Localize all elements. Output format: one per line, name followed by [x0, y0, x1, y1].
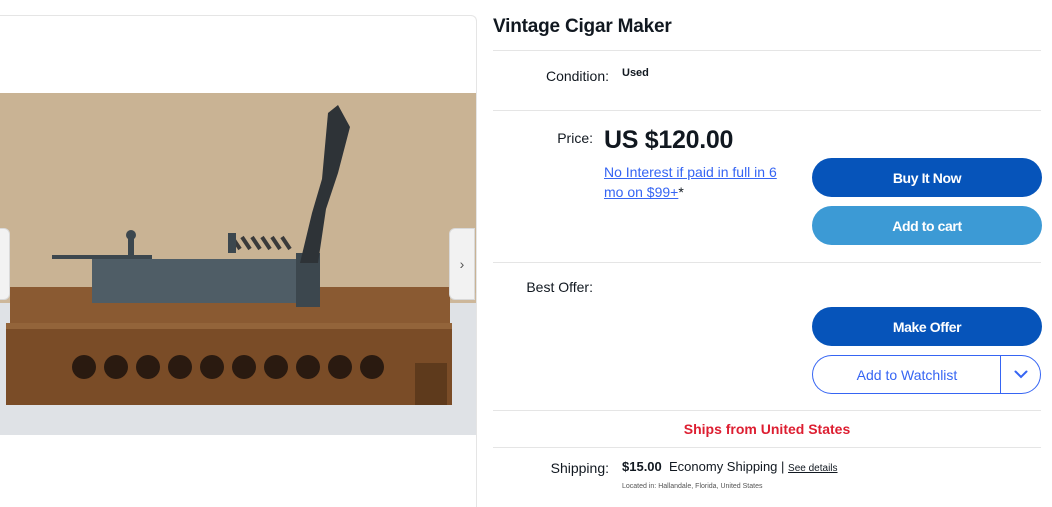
separator: |: [781, 459, 785, 474]
add-to-watchlist-button[interactable]: Add to Watchlist: [812, 355, 1001, 394]
divider: [493, 262, 1041, 263]
divider: [493, 110, 1041, 111]
buy-it-now-button[interactable]: Buy It Now: [812, 158, 1042, 197]
item-title: Vintage Cigar Maker: [493, 16, 672, 37]
image-gallery: ‹ ›: [0, 15, 477, 507]
make-offer-button[interactable]: Make Offer: [812, 307, 1042, 346]
financing-offer: No Interest if paid in full in 6 mo on $…: [604, 162, 799, 202]
item-location: Located in: Hallandale, Florida, United …: [622, 483, 763, 490]
ships-from-notice: Ships from United States: [683, 421, 851, 437]
financing-link[interactable]: No Interest if paid in full in 6 mo on $…: [604, 164, 777, 200]
condition-label: Condition:: [545, 68, 609, 84]
previous-image-button[interactable]: ‹: [0, 228, 10, 300]
chevron-right-icon: ›: [459, 256, 465, 272]
price-label: Price:: [557, 130, 593, 146]
divider: [493, 447, 1041, 448]
shipping-label: Shipping:: [550, 460, 609, 476]
shipping-method: Economy Shipping: [669, 459, 778, 474]
item-details-panel: Vintage Cigar Maker Condition: Used Pric…: [493, 0, 1045, 506]
next-image-button[interactable]: ›: [449, 228, 475, 300]
best-offer-label: Best Offer:: [526, 279, 593, 295]
condition-value: Used: [622, 67, 649, 79]
chevron-down-icon: [1014, 370, 1027, 379]
shipping-value: $15.00 Economy Shipping | See details: [622, 459, 838, 474]
divider: [493, 50, 1041, 51]
product-photo[interactable]: [0, 93, 476, 435]
price-value: US $120.00: [604, 126, 734, 154]
add-to-cart-button[interactable]: Add to cart: [812, 206, 1042, 245]
see-details-link[interactable]: See details: [788, 463, 837, 474]
financing-asterisk: *: [678, 184, 684, 200]
watchlist-dropdown-button[interactable]: [1000, 355, 1041, 394]
watchlist-control: Add to Watchlist: [812, 355, 1041, 394]
divider: [493, 410, 1041, 411]
shipping-cost: $15.00: [622, 459, 662, 474]
